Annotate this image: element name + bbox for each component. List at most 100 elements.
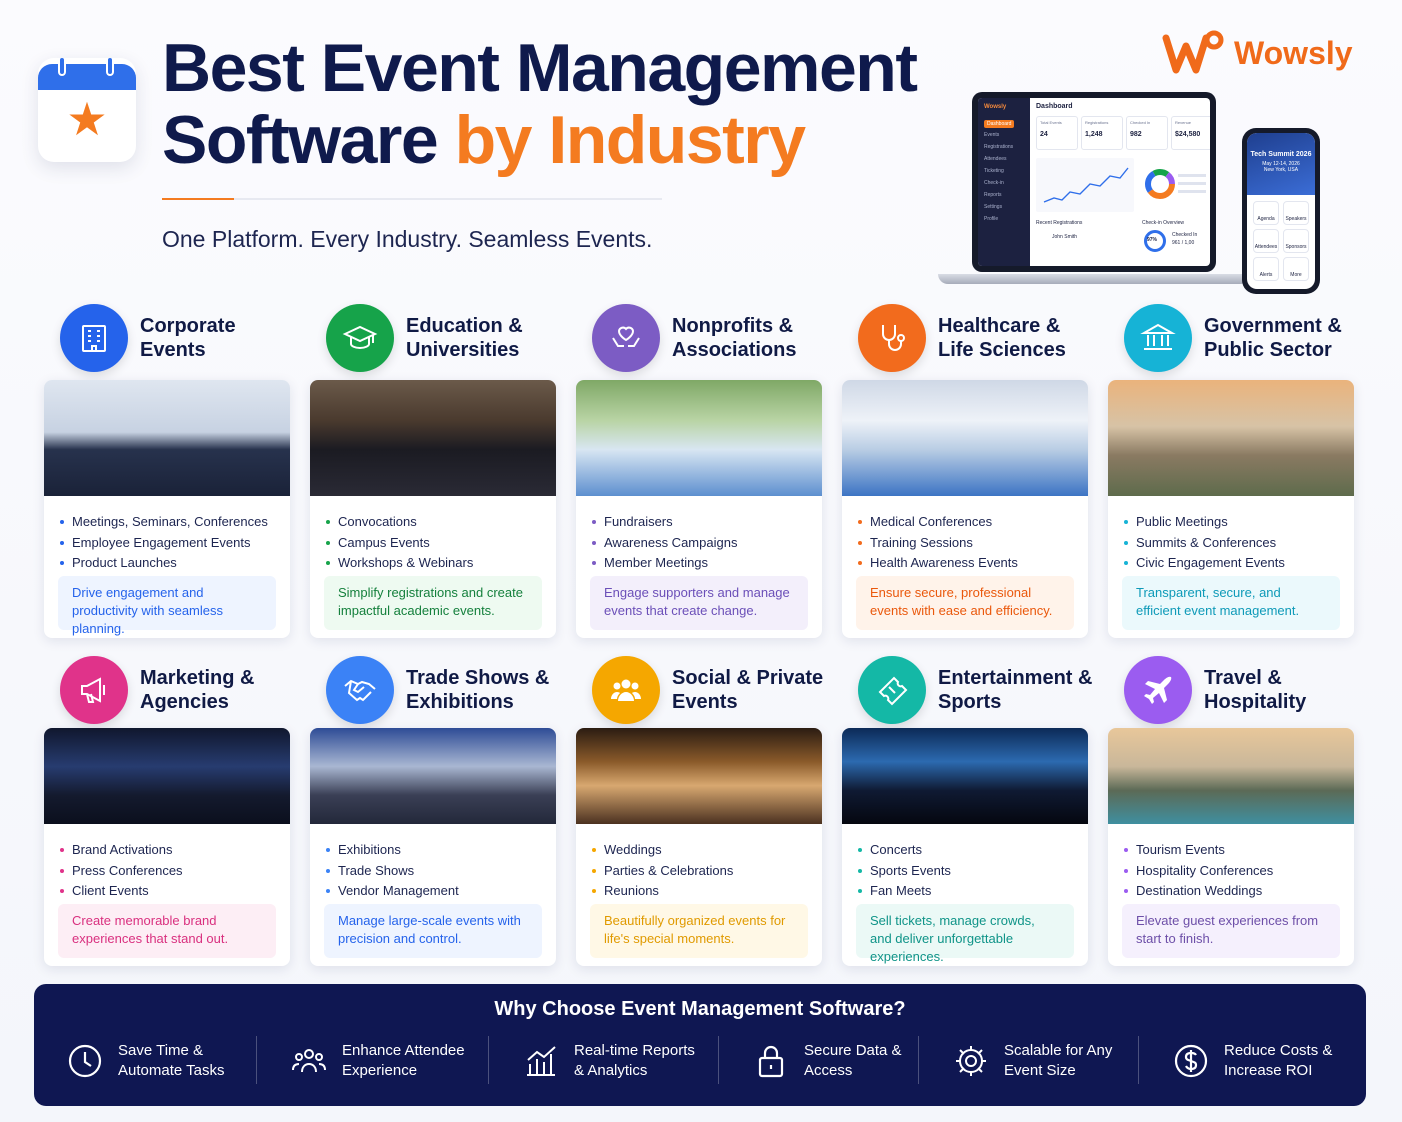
- dashboard-nav-item[interactable]: Profile: [984, 216, 998, 222]
- stat-value: 1,248: [1085, 131, 1103, 138]
- handshake-icon: [326, 656, 394, 724]
- dashboard-nav-item[interactable]: Attendees: [984, 156, 1007, 162]
- checkin-overview-label: Check-in Overview: [1142, 220, 1184, 226]
- industry-title: Corporate Events: [140, 315, 236, 361]
- infographic-page: ★ Best Event Management Software by Indu…: [0, 0, 1402, 1122]
- phone-tile[interactable]: Alerts: [1253, 257, 1279, 281]
- stat-label: Revenue: [1175, 120, 1192, 125]
- industry-title: Nonprofits & Associations: [672, 315, 797, 361]
- title-divider: [162, 198, 662, 200]
- industry-card-travel: Tourism Events Hospitality Conferences Des…: [1108, 728, 1354, 966]
- registrations-line-chart: [1036, 158, 1134, 212]
- laptop-dashboard-mockup: Wowsly Dashboard Events Registrations Atten…: [938, 88, 1250, 296]
- industry-tagline: Create memorable brand experiences that …: [58, 904, 276, 958]
- industry-event-list: Brand Activations Press Conferences Client…: [44, 824, 290, 902]
- dashboard-sidebar: Wowsly Dashboard Events Registrations Atten…: [978, 98, 1030, 266]
- industry-photo: [44, 380, 290, 496]
- list-item: Trade Shows: [326, 861, 556, 882]
- list-item: Fundraisers: [592, 512, 822, 533]
- list-item: Medical Conferences: [858, 512, 1088, 533]
- industry-header-travel: Travel & Hospitality: [1124, 656, 1306, 724]
- industry-card-trade-shows: Exhibitions Trade Shows Vendor Management M…: [310, 728, 556, 966]
- industry-header-marketing: Marketing & Agencies: [60, 656, 254, 724]
- feature-item: Real-time Reports & Analytics: [522, 1036, 695, 1086]
- industry-event-list: Fundraisers Awareness Campaigns Member Mee…: [576, 496, 822, 574]
- list-item: Convocations: [326, 512, 556, 533]
- industry-event-list: Convocations Campus Events Workshops & Web…: [310, 496, 556, 574]
- industry-tagline: Transparent, secure, and efficient event…: [1122, 576, 1340, 630]
- recent-registrations-label: Recent Registrations: [1036, 220, 1083, 226]
- dashboard-nav-item[interactable]: Reports: [984, 192, 1002, 198]
- why-choose-banner: Why Choose Event Management Software? Sa…: [34, 984, 1366, 1106]
- title-line-2: Software by Industry: [162, 104, 916, 176]
- dashboard-nav-item[interactable]: Settings: [984, 204, 1002, 210]
- industry-title: Social & Private Events: [672, 667, 824, 713]
- stat-label: Registrations: [1085, 120, 1109, 125]
- phone-event-hero: Tech Summit 2026 May 12-14, 2026 New Yor…: [1247, 133, 1315, 195]
- building-icon: [60, 304, 128, 372]
- wowsly-logo-mark-icon: [1162, 30, 1226, 76]
- industry-header-healthcare: Healthcare & Life Sciences: [858, 304, 1066, 372]
- phone-tile[interactable]: Speakers: [1283, 201, 1309, 225]
- industry-event-list: Exhibitions Trade Shows Vendor Management: [310, 824, 556, 902]
- page-tagline: One Platform. Every Industry. Seamless E…: [162, 226, 653, 252]
- list-item: Civic Engagement Events: [1124, 553, 1354, 574]
- list-item: Employee Engagement Events: [60, 533, 290, 554]
- industry-photo: [310, 380, 556, 496]
- airplane-icon: [1124, 656, 1192, 724]
- megaphone-icon: [60, 656, 128, 724]
- dashboard-nav-item[interactable]: Check-in: [984, 180, 1004, 186]
- industry-photo: [1108, 380, 1354, 496]
- heart-hands-icon: [592, 304, 660, 372]
- industry-title: Trade Shows & Exhibitions: [406, 667, 550, 713]
- dashboard-nav-item[interactable]: Ticketing: [984, 168, 1004, 174]
- feature-label: Enhance Attendee Experience: [342, 1042, 465, 1079]
- feature-label: Scalable for Any Event Size: [1004, 1042, 1113, 1079]
- checkin-text: Checked In: [1172, 232, 1198, 238]
- dashboard-stat-card: Registrations 1,248: [1081, 116, 1123, 150]
- industry-tagline: Beautifully organized events for life's …: [590, 904, 808, 958]
- dashboard-nav-item[interactable]: Events: [984, 132, 999, 138]
- list-item: Awareness Campaigns: [592, 533, 822, 554]
- dashboard-nav-item[interactable]: Dashboard: [984, 120, 1015, 128]
- attendees-icon: [290, 1042, 328, 1080]
- list-item: Workshops & Webinars: [326, 553, 556, 574]
- industry-photo: [842, 380, 1088, 496]
- industry-event-list: Concerts Sports Events Fan Meets: [842, 824, 1088, 902]
- industry-tagline: Drive engagement and productivity with s…: [58, 576, 276, 636]
- phone-tile[interactable]: Attendees: [1253, 229, 1279, 253]
- list-item: Brand Activations: [60, 840, 290, 861]
- industry-title: Education & Universities: [406, 315, 523, 361]
- brand-name: Wowsly: [1234, 34, 1353, 71]
- feature-divider: [918, 1036, 919, 1084]
- list-item: Destination Weddings: [1124, 881, 1354, 902]
- phone-tile[interactable]: More: [1283, 257, 1309, 281]
- industry-tagline: Ensure secure, professional events with …: [856, 576, 1074, 630]
- list-item: Weddings: [592, 840, 822, 861]
- industry-header-entertainment: Entertainment & Sports: [858, 656, 1092, 724]
- bar-chart-icon: [522, 1042, 560, 1080]
- government-building-icon: [1124, 304, 1192, 372]
- industry-photo: [310, 728, 556, 824]
- dashboard-stat-card: Revenue $24,580: [1171, 116, 1210, 150]
- feature-divider: [1138, 1036, 1139, 1084]
- list-item: Exhibitions: [326, 840, 556, 861]
- industry-header-government: Government & Public Sector: [1124, 304, 1342, 372]
- industry-tagline: Engage supporters and manage events that…: [590, 576, 808, 630]
- stat-value: 982: [1130, 131, 1142, 138]
- feature-item: Secure Data & Access: [752, 1036, 902, 1086]
- dashboard-nav-item[interactable]: Registrations: [984, 144, 1013, 150]
- feature-label: Real-time Reports & Analytics: [574, 1042, 695, 1079]
- industry-tagline: Elevate guest experiences from start to …: [1122, 904, 1340, 958]
- feature-divider: [718, 1036, 719, 1084]
- lock-icon: [752, 1042, 790, 1080]
- industry-header-trade-shows: Trade Shows & Exhibitions: [326, 656, 549, 724]
- stethoscope-icon: [858, 304, 926, 372]
- phone-tile[interactable]: Sponsors: [1283, 229, 1309, 253]
- feature-item: Enhance Attendee Experience: [290, 1036, 465, 1086]
- phone-tile[interactable]: Agenda: [1253, 201, 1279, 225]
- industry-title: Healthcare & Life Sciences: [938, 315, 1066, 361]
- industry-title: Travel & Hospitality: [1204, 667, 1307, 713]
- list-item: Summits & Conferences: [1124, 533, 1354, 554]
- industry-card-healthcare: Medical Conferences Training Sessions Heal…: [842, 380, 1088, 638]
